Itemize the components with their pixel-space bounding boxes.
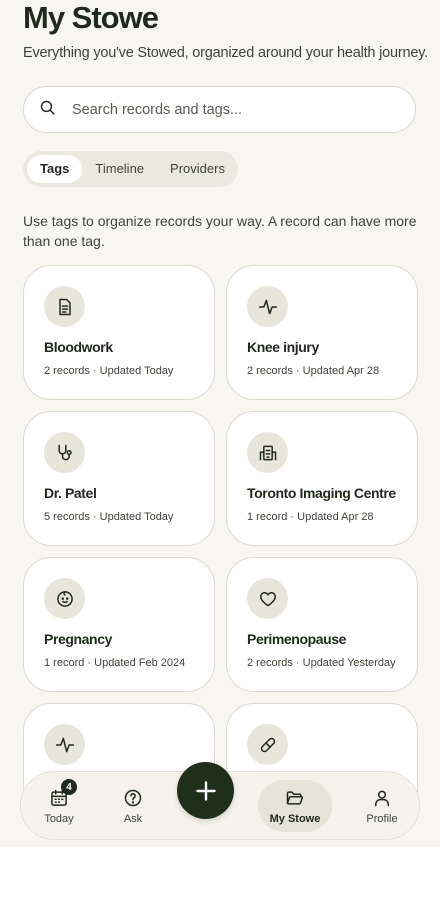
- tag-name: Knee injury: [247, 339, 319, 355]
- nav-profile[interactable]: Profile: [362, 772, 402, 841]
- nav-label: My Stowe: [269, 813, 321, 825]
- tag-meta: 2 records · Updated Today: [44, 365, 174, 377]
- hospital-icon: [247, 432, 288, 473]
- tag-meta: 5 records · Updated Today: [44, 511, 174, 523]
- nav-label: Profile: [366, 813, 398, 825]
- view-tabs: Tags Timeline Providers: [23, 151, 238, 187]
- tag-name: Perimenopause: [247, 631, 347, 647]
- nav-label: Today: [44, 813, 74, 825]
- pulse-icon: [44, 724, 85, 765]
- baby-icon: [44, 578, 85, 619]
- tab-providers[interactable]: Providers: [157, 155, 238, 183]
- pill-icon: [247, 724, 288, 765]
- tag-card-toronto-imaging-centre[interactable]: Toronto Imaging Centre 1 record · Update…: [226, 411, 418, 546]
- tab-tags[interactable]: Tags: [27, 155, 83, 183]
- tag-meta: 2 records · Updated Yesterday: [247, 657, 396, 669]
- tags-hint: Use tags to organize records your way. A…: [23, 213, 417, 249]
- tag-meta: 1 record · Updated Feb 2024: [44, 657, 186, 669]
- tag-card-knee-injury[interactable]: Knee injury 2 records · Updated Apr 28: [226, 265, 418, 400]
- add-record-button[interactable]: [177, 762, 234, 819]
- search-icon: [39, 99, 56, 121]
- stethoscope-icon: [44, 432, 85, 473]
- page-subtitle: Everything you've Stowed, organized arou…: [23, 45, 429, 61]
- tag-card-perimenopause[interactable]: Perimenopause 2 records · Updated Yester…: [226, 557, 418, 692]
- tag-name: Dr. Patel: [44, 485, 97, 501]
- tag-name: Pregnancy: [44, 631, 112, 647]
- tag-card-bloodwork[interactable]: Bloodwork 2 records · Updated Today: [23, 265, 215, 400]
- tag-name: Toronto Imaging Centre: [247, 485, 396, 501]
- document-icon: [44, 286, 85, 327]
- tag-grid: Bloodwork 2 records · Updated Today Knee…: [23, 265, 418, 838]
- tag-meta: 1 record · Updated Apr 28: [247, 511, 374, 523]
- calendar-icon: 4: [49, 779, 77, 808]
- app-screen: My Stowe Everything you've Stowed, organ…: [0, 0, 440, 847]
- tag-card-dr-patel[interactable]: Dr. Patel 5 records · Updated Today: [23, 411, 215, 546]
- folder-icon: [285, 788, 305, 808]
- nav-my-stowe[interactable]: My Stowe: [258, 772, 332, 841]
- search-input[interactable]: [70, 100, 374, 119]
- nav-today[interactable]: 4 Today: [39, 772, 79, 841]
- tag-card-pregnancy[interactable]: Pregnancy 1 record · Updated Feb 2024: [23, 557, 215, 692]
- today-badge: 4: [61, 779, 77, 795]
- user-icon: [372, 788, 392, 808]
- heart-icon: [247, 578, 288, 619]
- tab-timeline[interactable]: Timeline: [82, 155, 157, 183]
- search-bar[interactable]: [23, 86, 416, 133]
- help-icon: [123, 788, 143, 808]
- plus-icon: [194, 779, 218, 803]
- nav-ask[interactable]: Ask: [113, 772, 153, 841]
- nav-label: Ask: [123, 813, 143, 825]
- pulse-icon: [247, 286, 288, 327]
- page-title: My Stowe: [23, 0, 159, 35]
- tag-meta: 2 records · Updated Apr 28: [247, 365, 380, 377]
- tag-name: Bloodwork: [44, 339, 113, 355]
